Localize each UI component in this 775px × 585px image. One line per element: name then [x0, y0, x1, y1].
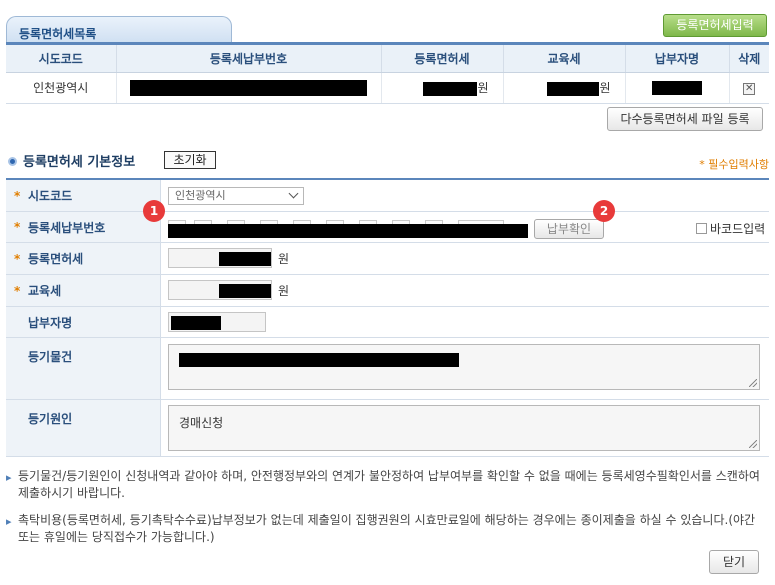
note-item: ▸ 등기물건/등기원인이 신청내역과 같아야 하며, 안전행정부와의 연계가 불…	[6, 468, 765, 502]
education-tax-field: 원	[168, 280, 289, 300]
barcode-label: 바코드입력	[710, 222, 766, 236]
col-header-payment-no: 등록세납부번호	[116, 45, 382, 73]
payer-input[interactable]	[168, 312, 266, 332]
redacted-block	[652, 80, 702, 95]
unit-label: 원	[477, 81, 489, 95]
row-cause: 등기원인 경매신청	[6, 400, 769, 457]
reset-button[interactable]: 초기화	[164, 151, 216, 169]
sido-field: 인천광역시	[168, 187, 304, 205]
education-tax-input[interactable]	[168, 280, 272, 300]
license-tax-field: 원	[168, 248, 289, 268]
redacted-block	[168, 224, 528, 238]
redacted-block	[423, 81, 478, 96]
col-header-sido: 시도코드	[6, 45, 117, 73]
unit-label: 원	[278, 251, 290, 266]
col-header-education-tax: 교육세	[503, 45, 626, 73]
redacted-block	[171, 316, 221, 330]
row-sido: 시도코드 인천광역시	[6, 180, 769, 212]
section-title: 등록면허세 기본정보	[8, 151, 135, 170]
payment-no-label: 등록세납부번호	[6, 212, 161, 242]
arrow-right-icon: ▸	[6, 471, 12, 484]
chevron-down-icon	[288, 188, 299, 199]
required-note: * 필수입력사항	[699, 158, 769, 171]
row-education-tax: 교육세 원	[6, 275, 769, 307]
payer-label: 납부자명	[6, 307, 161, 337]
col-header-payer: 납부자명	[625, 45, 730, 73]
cause-label: 등기원인	[6, 400, 161, 456]
license-tax-list-table: 시도코드 등록세납부번호 등록면허세 교육세 납부자명 삭제 인천광역시 원 원…	[6, 45, 769, 104]
note-item: ▸ 촉탁비용(등록면허세, 등기촉탁수수료)납부정보가 없는데 제출일이 집행권…	[6, 512, 765, 546]
redacted-block	[219, 284, 271, 298]
cell-education-tax: 원	[503, 72, 626, 104]
note-text: 등기물건/등기원인이 신청내역과 같아야 하며, 안전행정부와의 연계가 불안정…	[18, 469, 760, 500]
cell-payer	[625, 72, 730, 104]
list-tab[interactable]: 등록면허세목록	[6, 16, 232, 43]
redacted-block	[219, 252, 271, 266]
property-textarea[interactable]	[168, 344, 760, 390]
license-tax-input[interactable]	[168, 248, 272, 268]
checkbox-box[interactable]	[696, 223, 707, 234]
verify-payment-button[interactable]: 납부확인	[534, 219, 604, 239]
sido-select-value: 인천광역시	[175, 189, 226, 202]
education-tax-label: 교육세	[6, 275, 161, 306]
add-license-tax-button[interactable]: 등록면허세입력	[663, 14, 767, 37]
delete-icon[interactable]: ✕	[743, 83, 756, 95]
cell-license-tax: 원	[381, 72, 504, 104]
license-tax-form: 시도코드 인천광역시 등록세납부번호 납부확인 바코드입력 등록면허세	[6, 178, 769, 457]
col-header-delete: 삭제	[729, 45, 769, 73]
row-payment-no: 등록세납부번호 납부확인 바코드입력	[6, 212, 769, 243]
step-badge-1: 1	[143, 200, 165, 222]
note-text: 촉탁비용(등록면허세, 등기촉탁수수료)납부정보가 없는데 제출일이 집행권원의…	[18, 513, 756, 544]
row-license-tax: 등록면허세 원	[6, 243, 769, 275]
cell-payment-no	[116, 72, 382, 104]
arrow-right-icon: ▸	[6, 515, 12, 528]
bulk-upload-button[interactable]: 다수등록면허세 파일 등록	[607, 107, 763, 131]
col-header-license-tax: 등록면허세	[381, 45, 504, 73]
row-payer: 납부자명	[6, 307, 769, 338]
cell-delete: ✕	[729, 72, 769, 104]
step-badge-2: 2	[593, 200, 615, 222]
unit-label: 원	[599, 81, 611, 95]
property-label: 등기물건	[6, 338, 161, 399]
bullet-icon	[8, 157, 17, 166]
sido-select[interactable]: 인천광역시	[168, 187, 304, 205]
section-title-text: 등록면허세 기본정보	[23, 155, 136, 170]
resize-grip-icon[interactable]	[749, 440, 757, 448]
payer-field	[168, 312, 266, 332]
redacted-block	[179, 353, 459, 367]
cause-text: 경매신청	[179, 416, 224, 430]
license-tax-label: 등록면허세	[6, 243, 161, 274]
unit-label: 원	[278, 283, 290, 298]
sido-label: 시도코드	[6, 180, 161, 211]
barcode-checkbox[interactable]: 바코드입력	[696, 220, 765, 237]
close-button[interactable]: 닫기	[709, 550, 759, 574]
cell-sido: 인천광역시	[6, 72, 117, 104]
redacted-block	[130, 79, 367, 96]
resize-grip-icon[interactable]	[749, 379, 757, 387]
cause-textarea[interactable]: 경매신청	[168, 405, 760, 451]
redacted-block	[547, 81, 600, 96]
table-row: 인천광역시 원 원 ✕	[6, 72, 769, 104]
row-property: 등기물건	[6, 338, 769, 400]
